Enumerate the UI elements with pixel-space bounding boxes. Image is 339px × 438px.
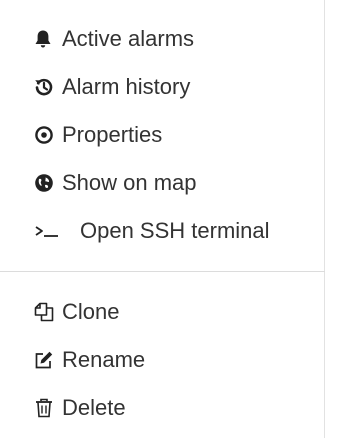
menu-item-open-ssh-terminal[interactable]: Open SSH terminal (0, 207, 324, 255)
trash-icon (34, 397, 62, 419)
menu-item-label: Rename (62, 347, 146, 372)
terminal-icon (34, 220, 80, 242)
menu-item-label: Properties (62, 122, 163, 147)
menu-item-label: Clone (62, 299, 120, 324)
menu-item-active-alarms[interactable]: Active alarms (0, 15, 324, 63)
menu-item-alarm-history[interactable]: Alarm history (0, 63, 324, 111)
target-icon (34, 124, 62, 146)
copy-icon (34, 301, 62, 323)
menu-section-primary: Active alarms Alarm history Properties S… (0, 15, 324, 255)
edit-icon (34, 349, 62, 371)
menu-item-properties[interactable]: Properties (0, 111, 324, 159)
menu-item-label: Active alarms (62, 26, 195, 51)
menu-item-rename[interactable]: Rename (0, 336, 324, 384)
menu-item-delete[interactable]: Delete (0, 384, 324, 432)
history-icon (34, 76, 62, 98)
bell-icon (34, 28, 62, 50)
menu-item-clone[interactable]: Clone (0, 288, 324, 336)
menu-item-label: Open SSH terminal (80, 218, 270, 243)
menu-item-label: Delete (62, 395, 126, 420)
menu-section-secondary: Clone Rename Delete (0, 288, 324, 432)
globe-icon (34, 172, 62, 194)
menu-item-show-on-map[interactable]: Show on map (0, 159, 324, 207)
menu-item-label: Alarm history (62, 74, 191, 99)
context-menu: Active alarms Alarm history Properties S… (0, 0, 325, 438)
menu-item-label: Show on map (62, 170, 197, 195)
menu-divider (0, 271, 325, 272)
